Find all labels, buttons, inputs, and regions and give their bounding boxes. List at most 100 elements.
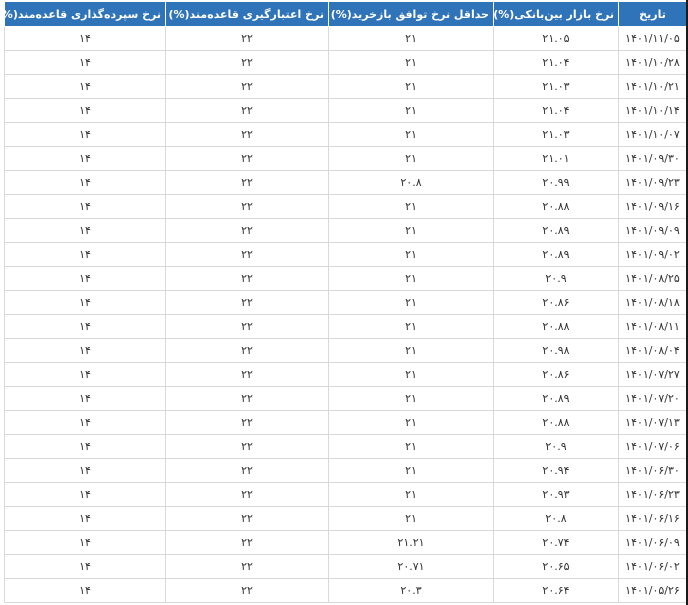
cell-interbank-rate: ۲۰.۸۸: [493, 314, 619, 339]
table-row: ۱۴۰۱/۰۹/۰۲ ۲۰.۸۹ ۲۱ ۲۲ ۱۴: [4, 242, 687, 267]
cell-deposit-rate: ۱۴: [4, 266, 166, 291]
cell-credit-rate: ۲۲: [165, 170, 329, 195]
table-row: ۱۴۰۱/۰۷/۱۳ ۲۰.۸۸ ۲۱ ۲۲ ۱۴: [4, 410, 687, 435]
cell-credit-rate: ۲۲: [165, 218, 329, 243]
table-row: ۱۴۰۱/۱۰/۰۷ ۲۱.۰۳ ۲۱ ۲۲ ۱۴: [4, 122, 687, 147]
cell-date: ۱۴۰۱/۰۶/۱۶: [618, 506, 687, 531]
table-row: ۱۴۰۱/۱۰/۲۸ ۲۱.۰۴ ۲۱ ۲۲ ۱۴: [4, 50, 687, 75]
table-row: ۱۴۰۱/۰۷/۲۰ ۲۰.۸۹ ۲۱ ۲۲ ۱۴: [4, 386, 687, 411]
interest-rates-table: تاریخ نرخ بازار بین‌بانکی(%) حداقل نرخ ت…: [4, 1, 687, 603]
cell-interbank-rate: ۲۰.۹۴: [493, 458, 619, 483]
cell-deposit-rate: ۱۴: [4, 458, 166, 483]
table-row: ۱۴۰۱/۰۷/۲۷ ۲۰.۸۶ ۲۱ ۲۲ ۱۴: [4, 362, 687, 387]
cell-deposit-rate: ۱۴: [4, 362, 166, 387]
cell-credit-rate: ۲۲: [165, 458, 329, 483]
cell-min-repo-rate: ۲۰.۸: [328, 170, 494, 195]
cell-deposit-rate: ۱۴: [4, 170, 166, 195]
cell-min-repo-rate: ۲۱: [328, 194, 494, 219]
table-row: ۱۴۰۱/۰۷/۰۶ ۲۰.۹ ۲۱ ۲۲ ۱۴: [4, 434, 687, 459]
cell-date: ۱۴۰۱/۰۹/۲۳: [618, 170, 687, 195]
cell-date: ۱۴۰۱/۰۹/۳۰: [618, 146, 687, 171]
cell-credit-rate: ۲۲: [165, 482, 329, 507]
cell-date: ۱۴۰۱/۰۸/۰۴: [618, 338, 687, 363]
cell-date: ۱۴۰۱/۰۶/۰۹: [618, 530, 687, 555]
column-header-deposit-rate: نرخ سپرده‌گذاری قاعده‌مند(%): [4, 1, 166, 27]
table-row: ۱۴۰۱/۰۸/۲۵ ۲۰.۹ ۲۱ ۲۲ ۱۴: [4, 266, 687, 291]
cell-interbank-rate: ۲۰.۹۳: [493, 482, 619, 507]
cell-deposit-rate: ۱۴: [4, 410, 166, 435]
cell-interbank-rate: ۲۰.۹۸: [493, 338, 619, 363]
cell-interbank-rate: ۲۰.۸۹: [493, 218, 619, 243]
cell-credit-rate: ۲۲: [165, 266, 329, 291]
cell-min-repo-rate: ۲۱: [328, 506, 494, 531]
cell-interbank-rate: ۲۱.۰۳: [493, 122, 619, 147]
cell-deposit-rate: ۱۴: [4, 194, 166, 219]
cell-interbank-rate: ۲۰.۹۹: [493, 170, 619, 195]
cell-min-repo-rate: ۲۱: [328, 218, 494, 243]
table-row: ۱۴۰۱/۰۸/۱۱ ۲۰.۸۸ ۲۱ ۲۲ ۱۴: [4, 314, 687, 339]
cell-date: ۱۴۰۱/۰۹/۱۶: [618, 194, 687, 219]
cell-min-repo-rate: ۲۱: [328, 122, 494, 147]
cell-credit-rate: ۲۲: [165, 338, 329, 363]
cell-date: ۱۴۰۱/۱۰/۲۸: [618, 50, 687, 75]
table-row: ۱۴۰۱/۰۹/۰۹ ۲۰.۸۹ ۲۱ ۲۲ ۱۴: [4, 218, 687, 243]
cell-interbank-rate: ۲۰.۶۵: [493, 554, 619, 579]
column-header-date: تاریخ: [618, 1, 687, 27]
column-header-credit-rate: نرخ اعتبارگیری قاعده‌مند(%): [165, 1, 329, 27]
cell-min-repo-rate: ۲۱: [328, 314, 494, 339]
cell-deposit-rate: ۱۴: [4, 554, 166, 579]
cell-credit-rate: ۲۲: [165, 506, 329, 531]
cell-min-repo-rate: ۲۱: [328, 458, 494, 483]
cell-credit-rate: ۲۲: [165, 314, 329, 339]
cell-deposit-rate: ۱۴: [4, 482, 166, 507]
cell-min-repo-rate: ۲۱: [328, 98, 494, 123]
cell-credit-rate: ۲۲: [165, 290, 329, 315]
cell-date: ۱۴۰۱/۰۷/۰۶: [618, 434, 687, 459]
table-row: ۱۴۰۱/۰۶/۰۹ ۲۰.۷۴ ۲۱.۲۱ ۲۲ ۱۴: [4, 530, 687, 555]
table-row: ۱۴۰۱/۰۸/۰۴ ۲۰.۹۸ ۲۱ ۲۲ ۱۴: [4, 338, 687, 363]
cell-deposit-rate: ۱۴: [4, 218, 166, 243]
cell-date: ۱۴۰۱/۰۵/۲۶: [618, 578, 687, 603]
cell-interbank-rate: ۲۰.۸۶: [493, 290, 619, 315]
table-row: ۱۴۰۱/۰۶/۱۶ ۲۰.۸ ۲۱ ۲۲ ۱۴: [4, 506, 687, 531]
cell-credit-rate: ۲۲: [165, 98, 329, 123]
cell-min-repo-rate: ۲۱: [328, 410, 494, 435]
cell-date: ۱۴۰۱/۰۸/۲۵: [618, 266, 687, 291]
cell-interbank-rate: ۲۰.۸: [493, 506, 619, 531]
cell-deposit-rate: ۱۴: [4, 578, 166, 603]
table-row: ۱۴۰۱/۱۰/۲۱ ۲۱.۰۳ ۲۱ ۲۲ ۱۴: [4, 74, 687, 99]
cell-date: ۱۴۰۱/۰۶/۰۲: [618, 554, 687, 579]
cell-date: ۱۴۰۱/۰۷/۲۷: [618, 362, 687, 387]
cell-deposit-rate: ۱۴: [4, 98, 166, 123]
cell-credit-rate: ۲۲: [165, 122, 329, 147]
column-header-interbank-rate: نرخ بازار بین‌بانکی(%): [493, 1, 619, 27]
cell-credit-rate: ۲۲: [165, 362, 329, 387]
table-row: ۱۴۰۱/۰۶/۲۳ ۲۰.۹۳ ۲۱ ۲۲ ۱۴: [4, 482, 687, 507]
table-body: ۱۴۰۱/۱۱/۰۵ ۲۱.۰۵ ۲۱ ۲۲ ۱۴ ۱۴۰۱/۱۰/۲۸ ۲۱.۰۴ ۲۱ ۲۲…: [4, 26, 687, 603]
table-row: ۱۴۰۱/۱۱/۰۵ ۲۱.۰۵ ۲۱ ۲۲ ۱۴: [4, 26, 687, 51]
cell-min-repo-rate: ۲۱: [328, 26, 494, 51]
cell-interbank-rate: ۲۰.۸۹: [493, 386, 619, 411]
cell-min-repo-rate: ۲۱: [328, 146, 494, 171]
cell-deposit-rate: ۱۴: [4, 242, 166, 267]
cell-date: ۱۴۰۱/۰۸/۱۱: [618, 314, 687, 339]
cell-min-repo-rate: ۲۱: [328, 242, 494, 267]
cell-min-repo-rate: ۲۱: [328, 290, 494, 315]
rates-table-container: تاریخ نرخ بازار بین‌بانکی(%) حداقل نرخ ت…: [0, 0, 688, 605]
cell-interbank-rate: ۲۱.۰۴: [493, 98, 619, 123]
cell-credit-rate: ۲۲: [165, 194, 329, 219]
cell-interbank-rate: ۲۰.۸۶: [493, 362, 619, 387]
cell-date: ۱۴۰۱/۰۸/۱۸: [618, 290, 687, 315]
cell-interbank-rate: ۲۱.۰۵: [493, 26, 619, 51]
cell-credit-rate: ۲۲: [165, 50, 329, 75]
cell-deposit-rate: ۱۴: [4, 74, 166, 99]
cell-min-repo-rate: ۲۱: [328, 74, 494, 99]
table-row: ۱۴۰۱/۰۸/۱۸ ۲۰.۸۶ ۲۱ ۲۲ ۱۴: [4, 290, 687, 315]
cell-date: ۱۴۰۱/۱۰/۰۷: [618, 122, 687, 147]
cell-credit-rate: ۲۲: [165, 554, 329, 579]
cell-credit-rate: ۲۲: [165, 530, 329, 555]
cell-min-repo-rate: ۲۱: [328, 362, 494, 387]
cell-credit-rate: ۲۲: [165, 434, 329, 459]
cell-date: ۱۴۰۱/۰۷/۲۰: [618, 386, 687, 411]
cell-deposit-rate: ۱۴: [4, 122, 166, 147]
